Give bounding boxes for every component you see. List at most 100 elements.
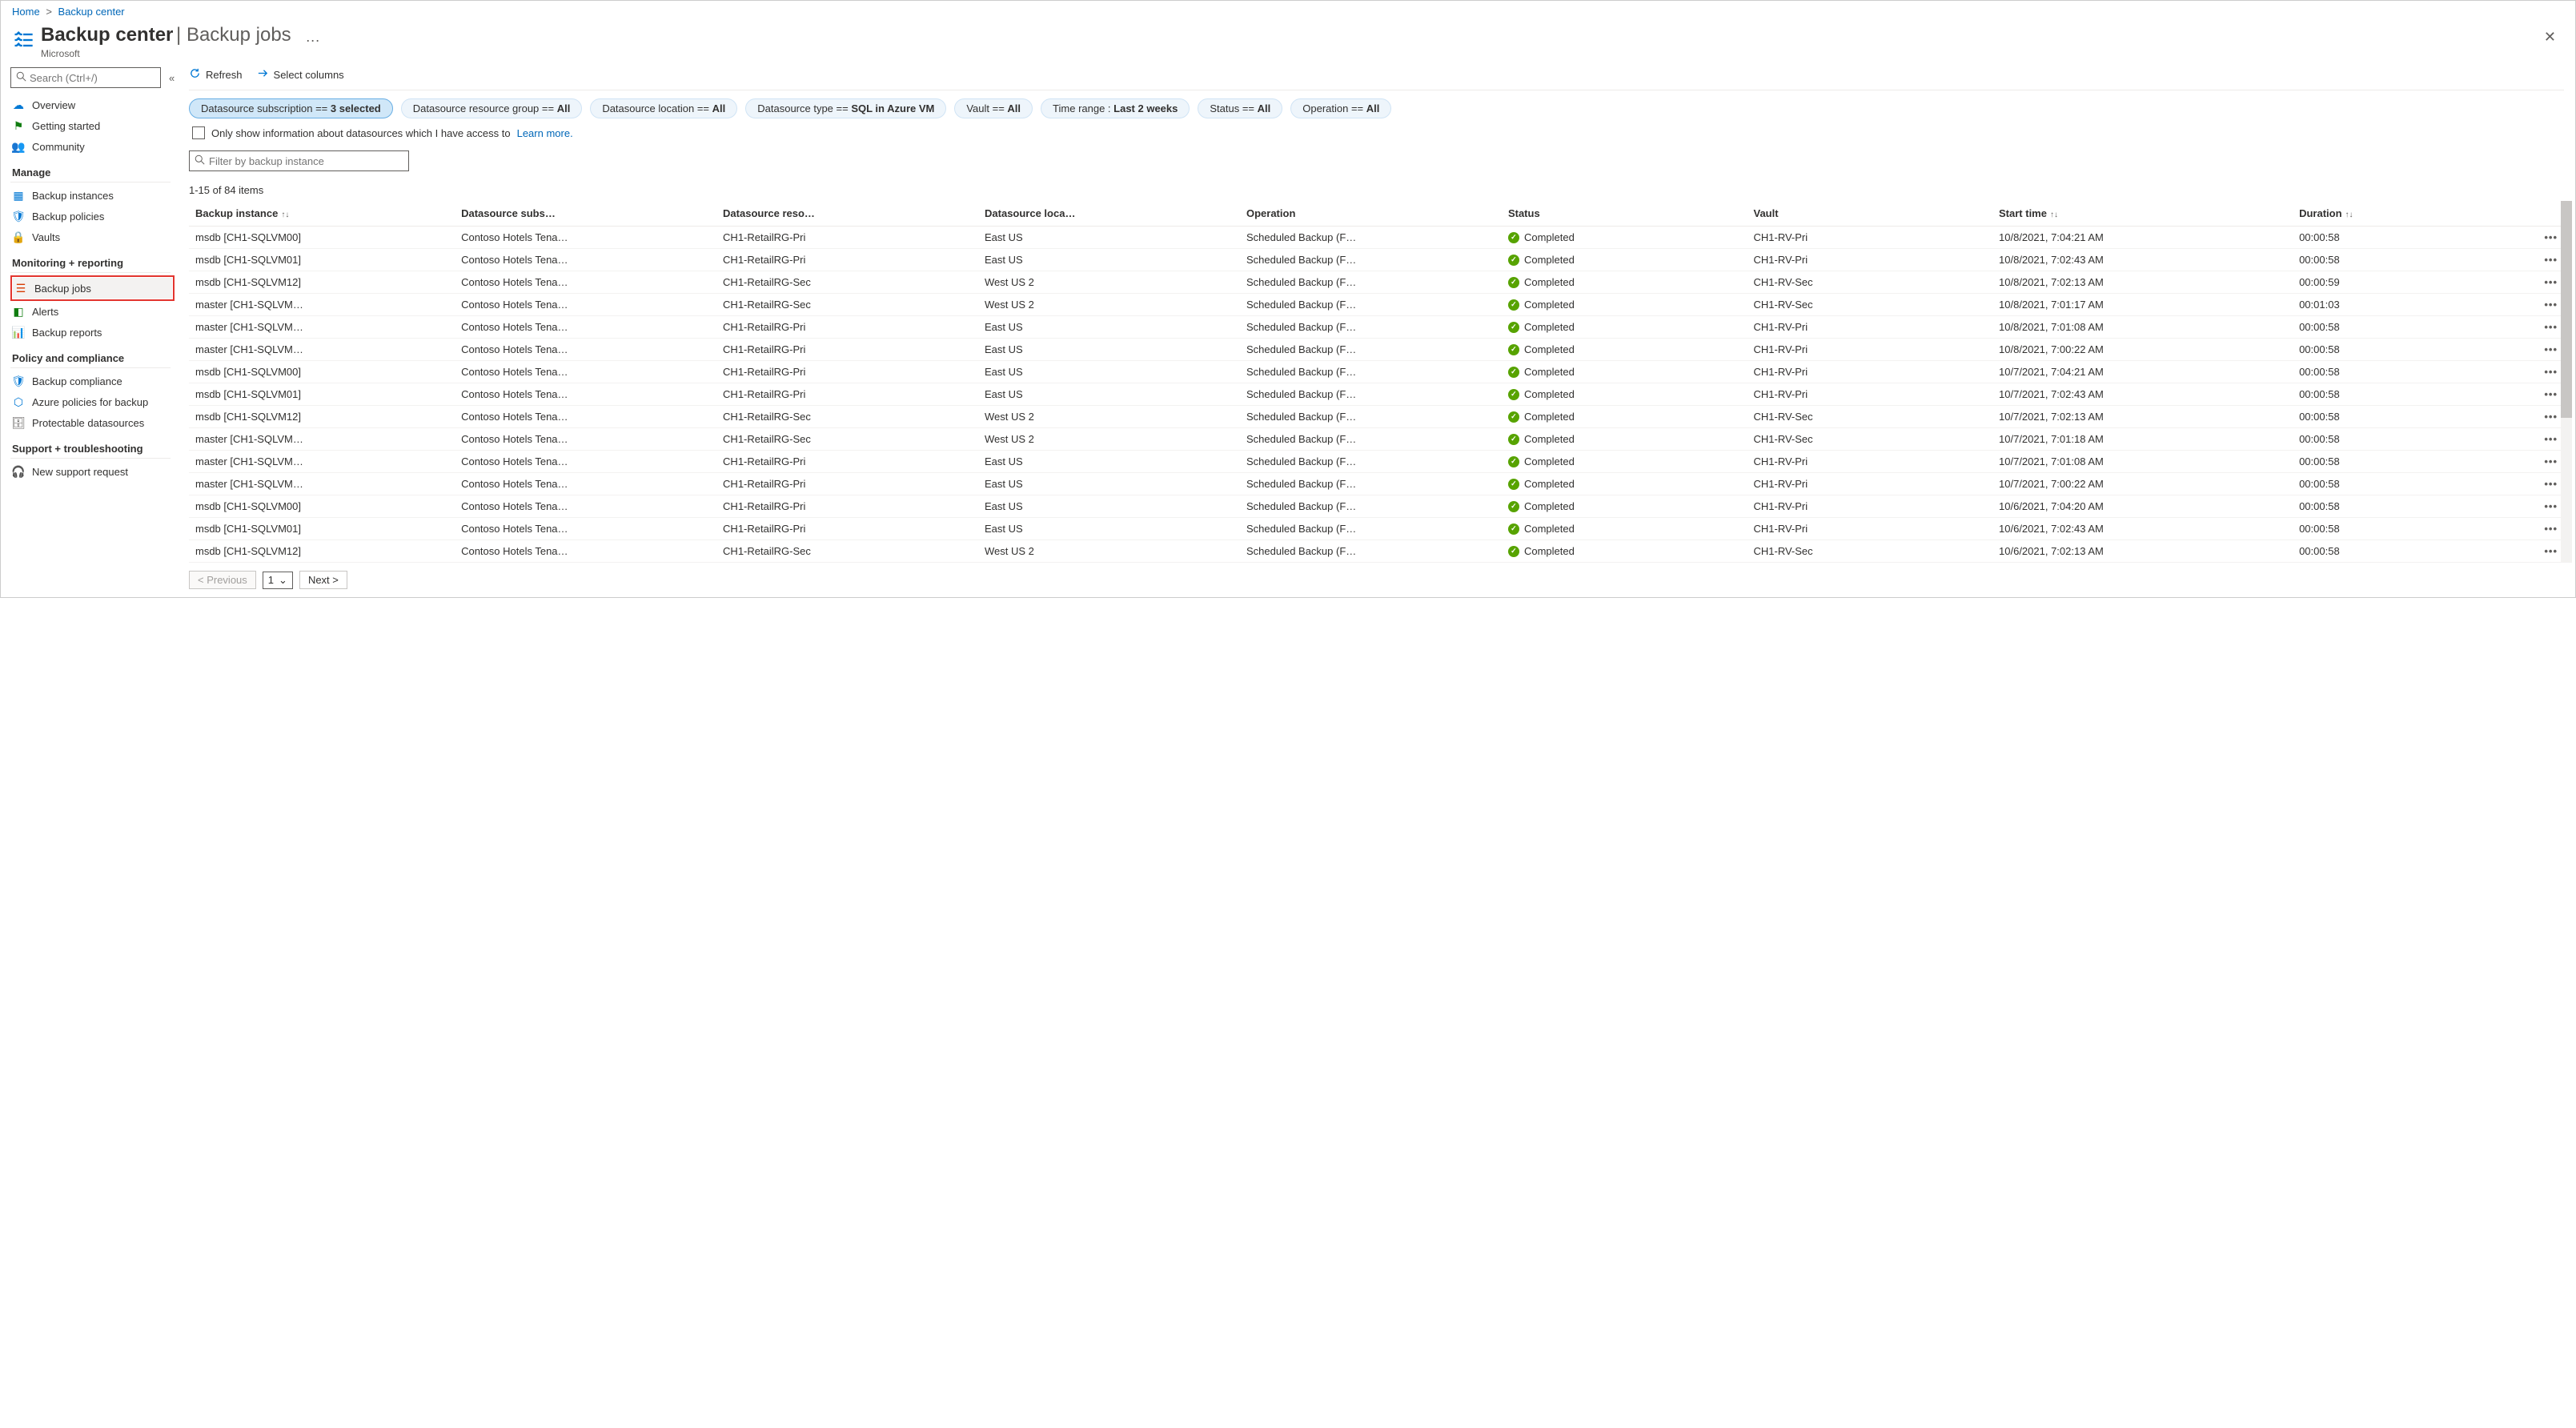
table-row[interactable]: msdb [CH1-SQLVM00]Contoso Hotels Tena…CH… xyxy=(189,227,2564,249)
collapse-sidebar-button[interactable]: « xyxy=(169,72,175,84)
cell-operation: Scheduled Backup (F… xyxy=(1240,406,1502,428)
cell-resource-group: CH1-RetailRG-Sec xyxy=(716,406,978,428)
breadcrumb-current[interactable]: Backup center xyxy=(58,6,125,18)
col-location[interactable]: Datasource loca… xyxy=(978,201,1240,227)
filter-type[interactable]: Datasource type == SQL in Azure VM xyxy=(745,98,946,118)
pager-next[interactable]: Next > xyxy=(299,571,347,589)
sidebar-item-overview[interactable]: ☁ Overview xyxy=(10,94,181,115)
cell-resource-group: CH1-RetailRG-Pri xyxy=(716,361,978,383)
filter-status[interactable]: Status == All xyxy=(1198,98,1282,118)
col-subscription[interactable]: Datasource subs… xyxy=(455,201,716,227)
sidebar-item-community[interactable]: 👥 Community xyxy=(10,136,181,157)
cell-status: ✓Completed xyxy=(1502,361,1747,383)
cell-location: West US 2 xyxy=(978,540,1240,563)
table-row[interactable]: msdb [CH1-SQLVM00]Contoso Hotels Tena…CH… xyxy=(189,361,2564,383)
sidebar-item-backup-reports[interactable]: 📊 Backup reports xyxy=(10,322,181,343)
col-vault[interactable]: Vault xyxy=(1747,201,1992,227)
cell-vault: CH1-RV-Sec xyxy=(1747,540,1992,563)
col-duration[interactable]: Duration↑↓ xyxy=(2293,201,2497,227)
row-menu-button[interactable]: ••• xyxy=(2498,428,2564,451)
cell-start-time: 10/8/2021, 7:02:43 AM xyxy=(1992,249,2293,271)
col-start-time[interactable]: Start time↑↓ xyxy=(1992,201,2293,227)
cell-duration: 00:00:58 xyxy=(2293,383,2497,406)
table-row[interactable]: master [CH1-SQLVM…Contoso Hotels Tena…CH… xyxy=(189,316,2564,339)
row-menu-button[interactable]: ••• xyxy=(2498,540,2564,563)
row-menu-button[interactable]: ••• xyxy=(2498,271,2564,294)
sidebar-item-getting-started[interactable]: ⚑ Getting started xyxy=(10,115,181,136)
filter-subscription[interactable]: Datasource subscription == 3 selected xyxy=(189,98,393,118)
row-menu-button[interactable]: ••• xyxy=(2498,383,2564,406)
col-operation[interactable]: Operation xyxy=(1240,201,1502,227)
table-row[interactable]: master [CH1-SQLVM…Contoso Hotels Tena…CH… xyxy=(189,339,2564,361)
row-menu-button[interactable]: ••• xyxy=(2498,227,2564,249)
cell-duration: 00:00:58 xyxy=(2293,249,2497,271)
cell-status: ✓Completed xyxy=(1502,316,1747,339)
cell-vault: CH1-RV-Pri xyxy=(1747,249,1992,271)
table-row[interactable]: master [CH1-SQLVM…Contoso Hotels Tena…CH… xyxy=(189,473,2564,495)
more-actions-button[interactable]: ··· xyxy=(306,32,320,49)
col-instance[interactable]: Backup instance↑↓ xyxy=(189,201,455,227)
row-menu-button[interactable]: ••• xyxy=(2498,406,2564,428)
row-menu-button[interactable]: ••• xyxy=(2498,294,2564,316)
close-button[interactable]: ✕ xyxy=(2536,24,2564,50)
cell-subscription: Contoso Hotels Tena… xyxy=(455,383,716,406)
breadcrumb: Home > Backup center xyxy=(1,1,2575,22)
scrollbar-thumb[interactable] xyxy=(2561,201,2572,418)
sidebar-search[interactable] xyxy=(10,67,161,88)
row-menu-button[interactable]: ••• xyxy=(2498,518,2564,540)
table-row[interactable]: msdb [CH1-SQLVM12]Contoso Hotels Tena…CH… xyxy=(189,271,2564,294)
backup-center-icon xyxy=(12,29,34,51)
table-row[interactable]: msdb [CH1-SQLVM01]Contoso Hotels Tena…CH… xyxy=(189,249,2564,271)
row-menu-button[interactable]: ••• xyxy=(2498,316,2564,339)
row-menu-button[interactable]: ••• xyxy=(2498,249,2564,271)
cell-subscription: Contoso Hotels Tena… xyxy=(455,339,716,361)
sidebar-item-backup-instances[interactable]: ▦ Backup instances xyxy=(10,185,181,206)
row-menu-button[interactable]: ••• xyxy=(2498,473,2564,495)
refresh-button[interactable]: Refresh xyxy=(189,67,243,82)
table-row[interactable]: msdb [CH1-SQLVM01]Contoso Hotels Tena…CH… xyxy=(189,518,2564,540)
table-row[interactable]: master [CH1-SQLVM…Contoso Hotels Tena…CH… xyxy=(189,451,2564,473)
row-menu-button[interactable]: ••• xyxy=(2498,495,2564,518)
sidebar-item-support-request[interactable]: 🎧 New support request xyxy=(10,461,181,482)
row-menu-button[interactable]: ••• xyxy=(2498,451,2564,473)
sidebar-item-backup-policies[interactable]: 🛡 Backup policies xyxy=(10,206,181,227)
breadcrumb-home[interactable]: Home xyxy=(12,6,40,18)
row-menu-button[interactable]: ••• xyxy=(2498,339,2564,361)
pager-previous[interactable]: < Previous xyxy=(189,571,256,589)
page-header: Backup center | Backup jobs Microsoft ··… xyxy=(1,22,2575,62)
cell-instance: msdb [CH1-SQLVM01] xyxy=(189,518,455,540)
access-checkbox[interactable] xyxy=(192,126,205,139)
col-status[interactable]: Status xyxy=(1502,201,1747,227)
table-row[interactable]: msdb [CH1-SQLVM12]Contoso Hotels Tena…CH… xyxy=(189,406,2564,428)
table-row[interactable]: master [CH1-SQLVM…Contoso Hotels Tena…CH… xyxy=(189,294,2564,316)
select-columns-button[interactable]: Select columns xyxy=(257,67,344,82)
cell-resource-group: CH1-RetailRG-Pri xyxy=(716,451,978,473)
sidebar-item-azure-policies[interactable]: ⬡ Azure policies for backup xyxy=(10,391,181,412)
table-row[interactable]: msdb [CH1-SQLVM12]Contoso Hotels Tena…CH… xyxy=(189,540,2564,563)
filter-resource-group[interactable]: Datasource resource group == All xyxy=(401,98,583,118)
sidebar-item-protectable-datasources[interactable]: 🗄 Protectable datasources xyxy=(10,412,181,433)
filter-instance-box[interactable] xyxy=(189,150,409,171)
success-icon: ✓ xyxy=(1508,344,1519,355)
sidebar-item-vaults[interactable]: 🔒 Vaults xyxy=(10,227,181,247)
learn-more-link[interactable]: Learn more. xyxy=(517,127,573,139)
cell-instance: msdb [CH1-SQLVM00] xyxy=(189,495,455,518)
pager-page-select[interactable]: 1 ⌄ xyxy=(263,572,293,589)
sidebar-item-backup-compliance[interactable]: 🛡 Backup compliance xyxy=(10,371,181,391)
scrollbar[interactable] xyxy=(2561,201,2572,563)
table-row[interactable]: msdb [CH1-SQLVM00]Contoso Hotels Tena…CH… xyxy=(189,495,2564,518)
filter-location[interactable]: Datasource location == All xyxy=(590,98,737,118)
filter-time-range[interactable]: Time range : Last 2 weeks xyxy=(1041,98,1190,118)
filter-instance-input[interactable] xyxy=(209,155,403,167)
filter-operation[interactable]: Operation == All xyxy=(1290,98,1391,118)
filter-vault[interactable]: Vault == All xyxy=(954,98,1033,118)
row-menu-button[interactable]: ••• xyxy=(2498,361,2564,383)
col-resource-group[interactable]: Datasource reso… xyxy=(716,201,978,227)
table-row[interactable]: master [CH1-SQLVM…Contoso Hotels Tena…CH… xyxy=(189,428,2564,451)
table-row[interactable]: msdb [CH1-SQLVM01]Contoso Hotels Tena…CH… xyxy=(189,383,2564,406)
sidebar-search-input[interactable] xyxy=(30,72,171,84)
sidebar-item-alerts[interactable]: ◧ Alerts xyxy=(10,301,181,322)
success-icon: ✓ xyxy=(1508,255,1519,266)
cell-subscription: Contoso Hotels Tena… xyxy=(455,428,716,451)
sidebar-item-backup-jobs[interactable]: ☰ Backup jobs xyxy=(13,278,172,299)
